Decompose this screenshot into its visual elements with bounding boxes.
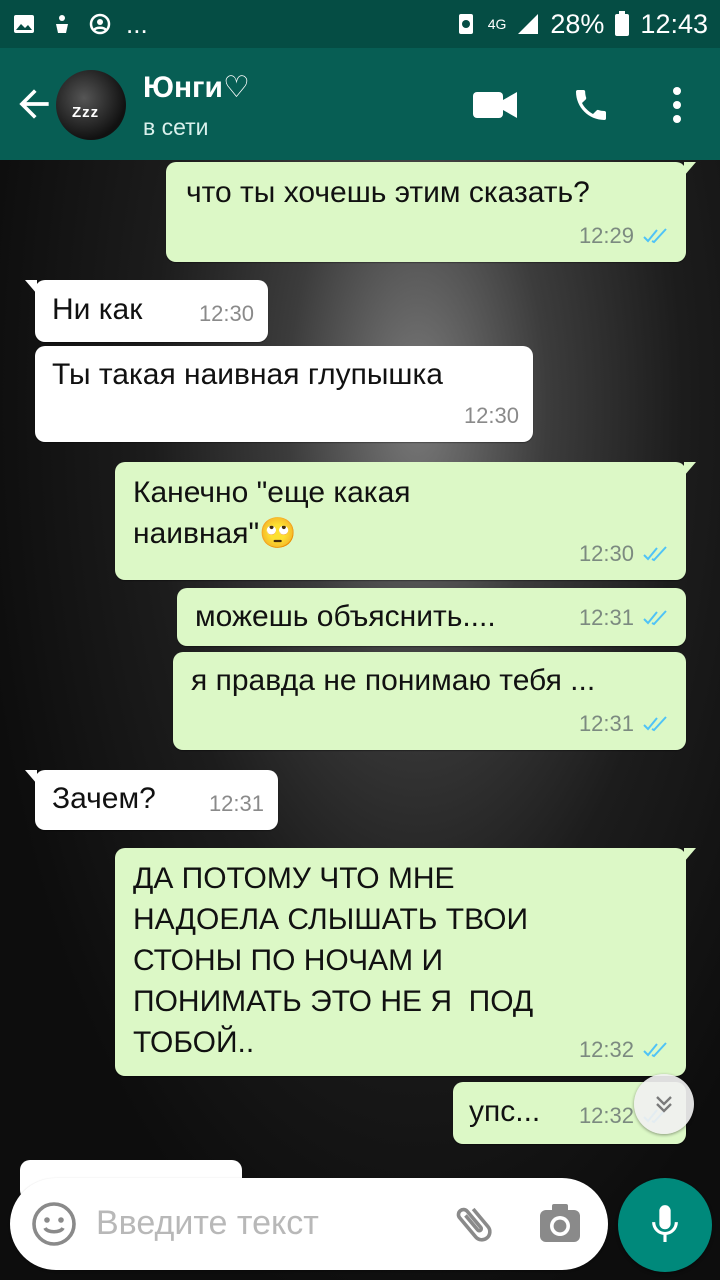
battery-percent: 28% — [550, 8, 605, 39]
message-meta: 12:30 — [579, 533, 672, 574]
camera-icon[interactable] — [536, 1200, 584, 1248]
message-meta: 12:31 — [579, 703, 672, 744]
message-text: ДА ПОТОМУ ЧТО МНЕ НАДОЕЛА СЛЫШАТЬ ТВОИ С… — [133, 862, 542, 1059]
voice-call-button[interactable] — [566, 80, 616, 130]
microphone-icon — [652, 1205, 678, 1242]
settings-icon — [89, 13, 111, 35]
status-bar: ... 4G 28% 12:43 — [0, 0, 720, 48]
double-check-icon — [643, 609, 667, 625]
message-time: 12:30 — [463, 403, 519, 428]
more-notifications: ... — [126, 8, 148, 39]
network-type: 4G — [487, 16, 507, 32]
menu-button[interactable] — [652, 80, 702, 130]
bubble-tail — [684, 162, 696, 176]
message-text: Ты такая наивная глупышка — [52, 358, 443, 391]
message-time: 12:29 — [578, 223, 634, 248]
message-incoming[interactable]: Ты такая наивная глупышка 12:30 — [35, 346, 533, 442]
recycle-icon — [458, 14, 473, 34]
voice-message-button[interactable] — [618, 1178, 712, 1272]
message-incoming[interactable]: Ни как 12:30 — [25, 280, 268, 342]
video-call-button[interactable] — [470, 80, 520, 130]
avatar-text: Zzz — [72, 104, 100, 121]
double-check-icon — [643, 1041, 667, 1057]
chat-header: Zzz Юнги♡ в сети — [0, 48, 720, 160]
battery-icon — [615, 11, 630, 36]
message-outgoing[interactable]: что ты хочешь этим сказать? 12:29 — [166, 162, 696, 262]
message-outgoing[interactable]: ДА ПОТОМУ ЧТО МНЕ НАДОЕЛА СЛЫШАТЬ ТВОИ С… — [115, 848, 696, 1076]
signal-icon — [518, 14, 539, 34]
message-time: 12:30 — [198, 301, 254, 326]
message-meta: 12:32 — [579, 1029, 672, 1070]
message-time: 12:32 — [578, 1103, 634, 1128]
message-time: 12:31 — [208, 791, 264, 816]
double-check-icon — [643, 545, 667, 561]
message-composer: Введите текст — [10, 1178, 608, 1270]
chat-area[interactable]: что ты хочешь этим сказать? 12:29 Ни как… — [0, 160, 720, 1280]
double-check-icon — [643, 227, 667, 243]
clock: 12:43 — [640, 8, 708, 39]
message-time: 12:30 — [578, 541, 634, 566]
double-chevron-down-icon — [656, 1096, 672, 1113]
paperclip-icon[interactable] — [450, 1200, 498, 1248]
message-meta: 12:30 — [199, 293, 254, 334]
message-outgoing[interactable]: я правда не понимаю тебя ... 12:31 — [173, 652, 686, 750]
video-camera-icon — [473, 92, 517, 118]
message-time: 12:31 — [578, 711, 634, 736]
message-outgoing[interactable]: Канечно "еще какая наивная"🙄 12:30 — [115, 462, 696, 580]
message-text: что ты хочешь этим сказать? — [186, 176, 590, 209]
back-arrow-icon[interactable] — [12, 82, 56, 126]
message-outgoing[interactable]: можешь объяснить.... 12:31 — [177, 588, 686, 646]
bubble-tail — [25, 770, 37, 784]
emoji-icon[interactable] — [30, 1200, 78, 1248]
message-text: Зачем? — [52, 782, 156, 815]
double-check-icon — [643, 715, 667, 731]
image-icon — [14, 15, 34, 33]
contact-status: в сети — [143, 114, 209, 140]
download-icon — [56, 15, 68, 33]
message-incoming[interactable]: Зачем? 12:31 — [25, 770, 278, 830]
message-meta: 12:31 — [209, 783, 264, 824]
bubble-tail — [684, 848, 696, 862]
contact-name[interactable]: Юнги♡ — [143, 70, 250, 105]
message-meta: 12:31 — [579, 597, 672, 638]
message-text: я правда не понимаю тебя ... — [191, 664, 596, 697]
message-text: можешь объяснить.... — [195, 600, 496, 633]
message-time: 12:31 — [578, 605, 634, 630]
bubble-tail — [25, 280, 37, 294]
more-vert-icon — [673, 87, 681, 123]
message-text: упс... — [469, 1095, 541, 1128]
message-text: Ни как — [52, 293, 143, 326]
message-meta: 12:30 — [464, 395, 519, 436]
avatar[interactable]: Zzz — [56, 70, 126, 140]
message-time: 12:32 — [578, 1037, 634, 1062]
message-input[interactable]: Введите текст — [96, 1204, 319, 1243]
scroll-down-button[interactable] — [634, 1074, 694, 1134]
message-text: Канечно "еще какая наивная"🙄 — [133, 476, 419, 550]
bubble-tail — [684, 462, 696, 476]
message-meta: 12:29 — [579, 215, 672, 256]
phone-icon — [576, 90, 606, 120]
